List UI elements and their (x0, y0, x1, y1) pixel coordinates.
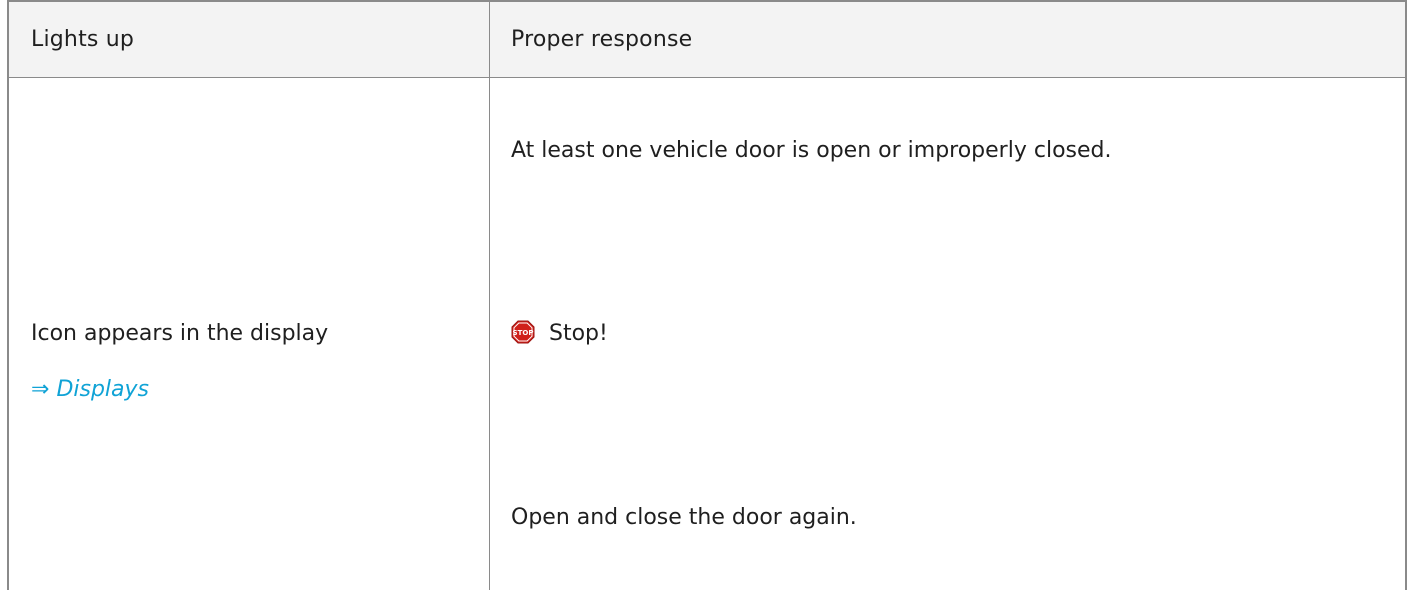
link-label: Displays (56, 377, 149, 402)
warning-label: Stop! (549, 321, 608, 346)
response-line-2: Open and close the door again. (511, 505, 857, 530)
displays-link[interactable]: ⇒ Displays (31, 376, 149, 404)
warning-table: Lights up Proper response Icon appears i… (7, 0, 1407, 590)
header-proper-response: Proper response (511, 26, 693, 52)
column-divider (489, 2, 490, 590)
link-arrow: ⇒ (31, 377, 50, 402)
stop-sign-icon: STOP (511, 320, 535, 344)
svg-text:STOP: STOP (513, 329, 534, 337)
indicator-text: Icon appears in the display (31, 321, 329, 346)
table-header-row: Lights up Proper response (9, 2, 1405, 78)
header-lights-up: Lights up (31, 26, 135, 52)
response-line-1: At least one vehicle door is open or imp… (511, 138, 1112, 163)
